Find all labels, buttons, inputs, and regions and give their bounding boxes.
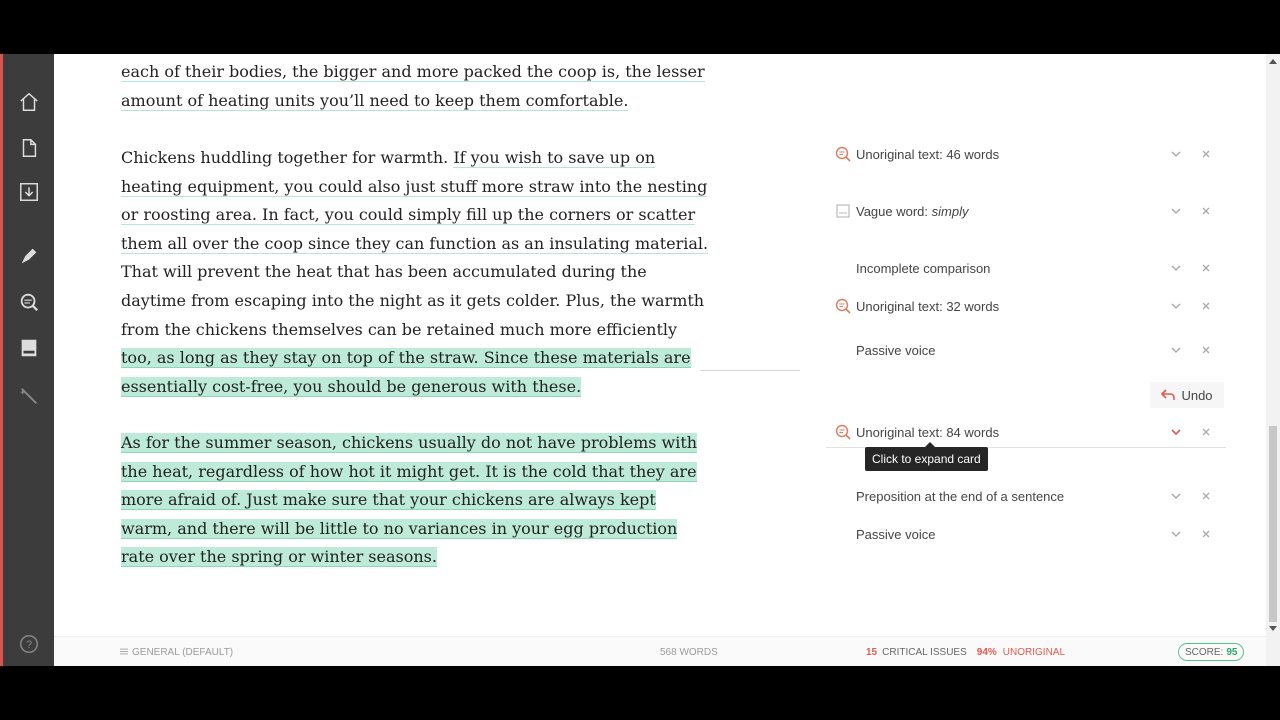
status-bar: GENERAL (DEFAULT) 568 WORDS 15 CRITICAL …: [54, 636, 1266, 666]
chevron-down-icon[interactable]: [1170, 300, 1182, 312]
unoriginal-icon: [834, 297, 852, 315]
text-segment-p2d: too, as long as they stay on top of the …: [121, 348, 691, 397]
close-icon[interactable]: [1200, 148, 1212, 160]
pen-icon[interactable]: [17, 244, 41, 268]
help-icon[interactable]: ?: [17, 632, 41, 656]
menu-icon: [120, 647, 128, 658]
text-segment-p1: each of their bodies, the bigger and mor…: [121, 62, 705, 111]
svg-text:?: ?: [26, 639, 32, 651]
text-segment-p3: As for the summer season, chickens usual…: [121, 433, 698, 568]
unoriginal-icon: [834, 423, 852, 441]
scroll-up-icon: [1269, 59, 1277, 64]
app-window: ? each of their bodies, the bigger and m…: [0, 54, 1280, 666]
issue-card[interactable]: Passive voice: [826, 519, 1226, 549]
issue-card-title: Incomplete comparison: [856, 260, 991, 276]
word-count: 568 WORDS: [660, 646, 718, 658]
chevron-down-icon[interactable]: [1170, 205, 1182, 217]
critical-issues-label: CRITICAL ISSUES: [882, 646, 967, 658]
card-connector-line: [700, 370, 800, 371]
issue-card-title: Vague word: simply: [856, 204, 968, 219]
issue-card-title: Unoriginal text: 46 words: [856, 146, 1000, 162]
sidebar: ?: [0, 54, 54, 666]
close-icon[interactable]: [1200, 528, 1212, 540]
close-icon[interactable]: [1200, 344, 1212, 356]
unoriginal-percent: 94%: [976, 646, 997, 658]
score-value: 95: [1226, 646, 1238, 658]
critical-issues-count: 15: [866, 646, 878, 658]
unoriginal-label: UNORIGINAL: [1002, 646, 1066, 658]
chevron-down-icon[interactable]: [1170, 344, 1182, 356]
wand-icon[interactable]: [17, 384, 41, 408]
chevron-down-icon[interactable]: [1170, 148, 1182, 160]
close-icon[interactable]: [1200, 300, 1212, 312]
expand-card-tooltip: Click to expand card: [865, 442, 988, 471]
issue-card-title-prefix: Vague word:: [856, 203, 932, 219]
issue-card-title-word: simply: [931, 203, 969, 219]
issue-card[interactable]: Unoriginal text: 46 words: [826, 139, 1226, 169]
issue-card[interactable]: Incomplete comparison: [826, 253, 1226, 283]
scroll-thumb[interactable]: [1269, 426, 1277, 622]
unoriginal-icon: [834, 145, 852, 163]
undo-icon: [1161, 389, 1176, 401]
critical-issues[interactable]: 15 CRITICAL ISSUES 94% UNORIGINAL: [866, 637, 1065, 666]
score-badge[interactable]: SCORE: 95: [1178, 643, 1245, 661]
close-icon[interactable]: [1200, 205, 1212, 217]
issue-card-active[interactable]: Unoriginal text: 84 words: [826, 417, 1226, 448]
writing-mode-label: GENERAL (DEFAULT): [132, 646, 234, 658]
chevron-down-icon[interactable]: [1170, 528, 1182, 540]
issue-card[interactable]: Preposition at the end of a sentence: [826, 481, 1226, 511]
book-icon[interactable]: [17, 336, 41, 360]
download-icon[interactable]: [17, 180, 41, 204]
issue-card-title: Unoriginal text: 84 words: [856, 424, 1000, 440]
close-icon[interactable]: [1200, 490, 1212, 502]
writing-mode-selector[interactable]: GENERAL (DEFAULT): [120, 637, 233, 666]
issue-card[interactable]: Unoriginal text: 32 words: [826, 291, 1226, 321]
undo-label: Undo: [1181, 387, 1213, 403]
scrollbar[interactable]: [1266, 54, 1280, 666]
chevron-down-icon[interactable]: [1170, 426, 1182, 438]
close-icon[interactable]: [1200, 426, 1212, 438]
issue-card-title: Passive voice: [856, 342, 936, 358]
score-label: SCORE:: [1185, 646, 1224, 658]
text-segment-p2a: Chickens huddling together for warmth.: [121, 148, 454, 167]
home-icon[interactable]: [17, 90, 41, 114]
issue-card-title: Passive voice: [856, 526, 936, 542]
scroll-down-icon: [1269, 626, 1277, 631]
issue-card-title: Unoriginal text: 32 words: [856, 298, 1000, 314]
undo-button[interactable]: Undo: [1150, 382, 1224, 408]
vague-word-icon: [834, 202, 852, 220]
search-report-icon[interactable]: [17, 290, 41, 314]
chevron-down-icon[interactable]: [1170, 262, 1182, 274]
issue-card-title: Preposition at the end of a sentence: [856, 488, 1065, 504]
close-icon[interactable]: [1200, 262, 1212, 274]
issue-card[interactable]: Vague word: simply: [826, 196, 1226, 226]
chevron-down-icon[interactable]: [1170, 490, 1182, 502]
document-icon[interactable]: [17, 136, 41, 160]
text-segment-p2c: That will prevent the heat that has been…: [121, 262, 705, 339]
issue-card[interactable]: Passive voice: [826, 335, 1226, 365]
